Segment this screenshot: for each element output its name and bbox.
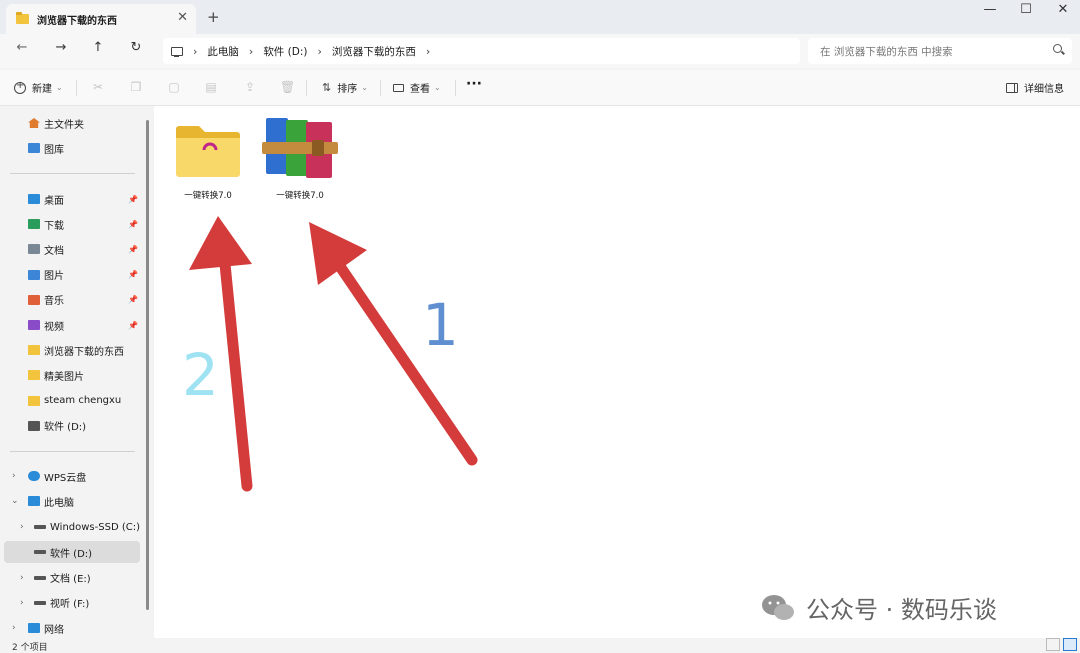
- large-icons-view-icon[interactable]: [1063, 638, 1077, 651]
- item-count: 2 个项目: [12, 643, 48, 653]
- watermark: 公众号 · 数码乐谈: [760, 590, 997, 625]
- annotation-number-1: 1: [422, 291, 459, 359]
- annotation-overlay: [189, 216, 478, 492]
- annotation-number-2: 2: [182, 341, 219, 409]
- details-view-icon[interactable]: [1046, 638, 1060, 651]
- wechat-logo-icon: [762, 594, 794, 620]
- status-bar: 2 个项目: [0, 638, 1080, 653]
- watermark-text: 公众号 · 数码乐谈: [806, 596, 997, 624]
